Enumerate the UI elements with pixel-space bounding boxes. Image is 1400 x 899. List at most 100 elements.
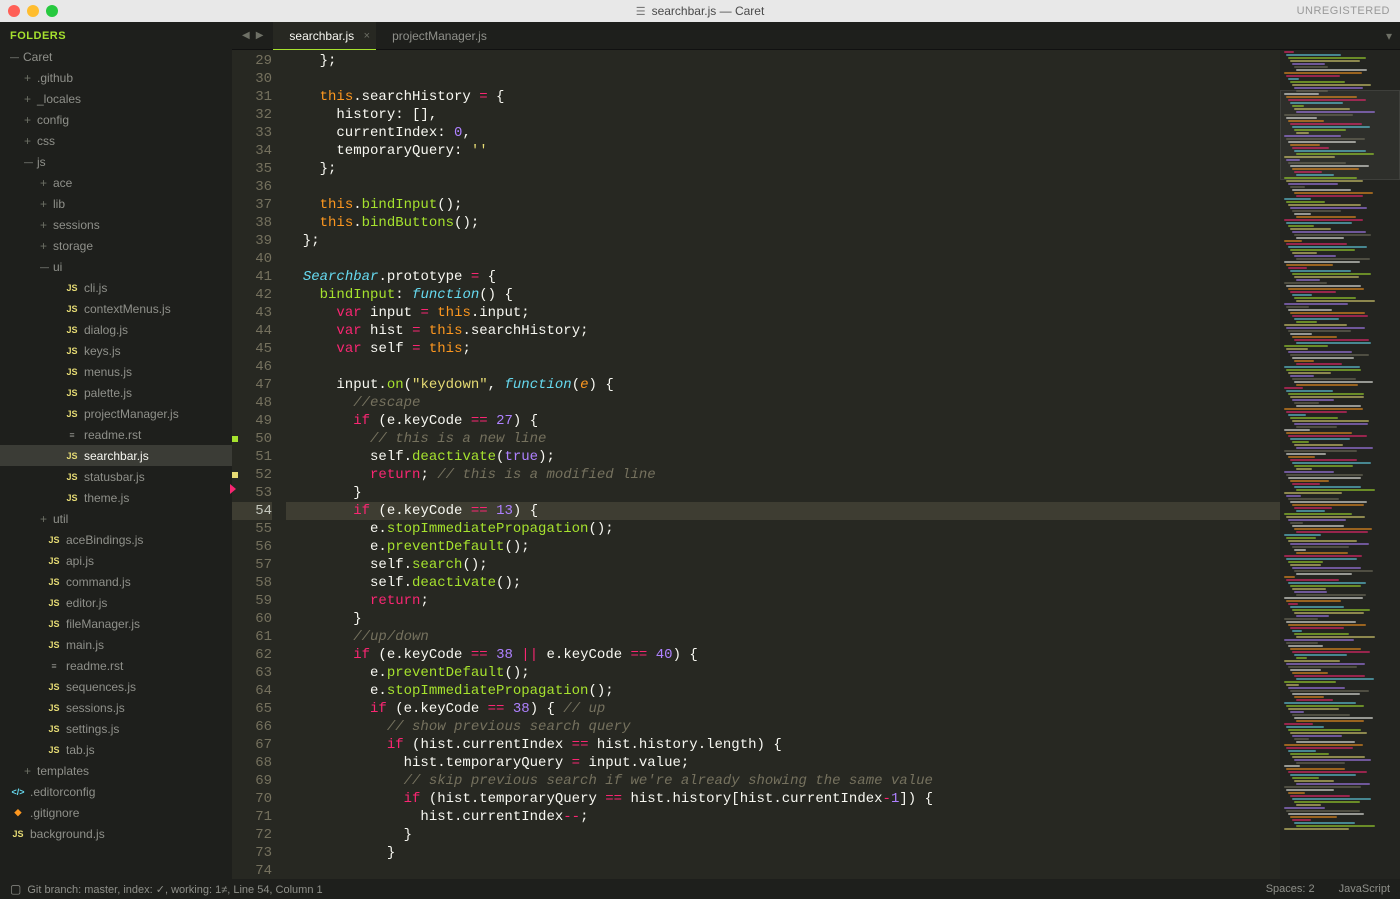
line-number[interactable]: 51: [232, 448, 272, 466]
line-number[interactable]: 58: [232, 574, 272, 592]
line-number[interactable]: 60: [232, 610, 272, 628]
line-number[interactable]: 57: [232, 556, 272, 574]
nav-back-icon[interactable]: ◀: [242, 30, 250, 41]
status-language[interactable]: JavaScript: [1339, 883, 1390, 895]
code-line[interactable]: self.deactivate(true);: [286, 448, 1280, 466]
file--gitignore[interactable]: ◆.gitignore: [0, 802, 232, 823]
maximize-window-button[interactable]: [46, 5, 58, 17]
close-window-button[interactable]: [8, 5, 20, 17]
code-line[interactable]: }: [286, 826, 1280, 844]
line-number[interactable]: 47: [232, 376, 272, 394]
code-line[interactable]: return;: [286, 592, 1280, 610]
line-number[interactable]: 68: [232, 754, 272, 772]
line-number[interactable]: 63: [232, 664, 272, 682]
line-number[interactable]: 64: [232, 682, 272, 700]
code-line[interactable]: // show previous search query: [286, 718, 1280, 736]
code-line[interactable]: };: [286, 232, 1280, 250]
code-line[interactable]: this.bindButtons();: [286, 214, 1280, 232]
nav-forward-icon[interactable]: ▶: [256, 30, 264, 41]
code-line[interactable]: }: [286, 610, 1280, 628]
file-searchbar-js[interactable]: JSsearchbar.js: [0, 445, 232, 466]
code-line[interactable]: input.on("keydown", function(e) {: [286, 376, 1280, 394]
code-line[interactable]: e.preventDefault();: [286, 664, 1280, 682]
code-line[interactable]: bindInput: function() {: [286, 286, 1280, 304]
line-number[interactable]: 31: [232, 88, 272, 106]
folder-ui[interactable]: —ui: [0, 256, 232, 277]
file-projectManager-js[interactable]: JSprojectManager.js: [0, 403, 232, 424]
line-number[interactable]: 54: [232, 502, 272, 520]
code-line[interactable]: [286, 70, 1280, 88]
line-number[interactable]: 32: [232, 106, 272, 124]
line-number[interactable]: 40: [232, 250, 272, 268]
line-number[interactable]: 42: [232, 286, 272, 304]
code-line[interactable]: }: [286, 484, 1280, 502]
code-line[interactable]: Searchbar.prototype = {: [286, 268, 1280, 286]
line-number[interactable]: 29: [232, 52, 272, 70]
line-number[interactable]: 71: [232, 808, 272, 826]
tab-searchbar-js[interactable]: searchbar.js×: [273, 22, 376, 49]
code-line[interactable]: self.search();: [286, 556, 1280, 574]
folder-_locales[interactable]: +_locales: [0, 88, 232, 109]
code-line[interactable]: //up/down: [286, 628, 1280, 646]
code-line[interactable]: [286, 250, 1280, 268]
file-tab-js[interactable]: JStab.js: [0, 739, 232, 760]
code-line[interactable]: history: [],: [286, 106, 1280, 124]
line-number[interactable]: 46: [232, 358, 272, 376]
code-line[interactable]: if (e.keyCode == 13) {: [286, 502, 1280, 520]
line-number[interactable]: 39: [232, 232, 272, 250]
file-fileManager-js[interactable]: JSfileManager.js: [0, 613, 232, 634]
line-number[interactable]: 52: [232, 466, 272, 484]
file-aceBindings-js[interactable]: JSaceBindings.js: [0, 529, 232, 550]
code-line[interactable]: if (e.keyCode == 38) { // up: [286, 700, 1280, 718]
line-number[interactable]: 38: [232, 214, 272, 232]
line-number[interactable]: 55: [232, 520, 272, 538]
folder-Caret[interactable]: —Caret: [0, 46, 232, 67]
file-statusbar-js[interactable]: JSstatusbar.js: [0, 466, 232, 487]
file-cli-js[interactable]: JScli.js: [0, 277, 232, 298]
code-line[interactable]: currentIndex: 0,: [286, 124, 1280, 142]
line-number[interactable]: 35: [232, 160, 272, 178]
line-number[interactable]: 49: [232, 412, 272, 430]
tab-projectManager-js[interactable]: projectManager.js: [376, 22, 509, 49]
code-line[interactable]: if (hist.currentIndex == hist.history.le…: [286, 736, 1280, 754]
file-main-js[interactable]: JSmain.js: [0, 634, 232, 655]
line-number[interactable]: 45: [232, 340, 272, 358]
folder-lib[interactable]: +lib: [0, 193, 232, 214]
line-number[interactable]: 70: [232, 790, 272, 808]
code-line[interactable]: this.searchHistory = {: [286, 88, 1280, 106]
line-number[interactable]: 73: [232, 844, 272, 862]
folder-storage[interactable]: +storage: [0, 235, 232, 256]
minimap[interactable]: [1280, 50, 1400, 879]
line-number[interactable]: 43: [232, 304, 272, 322]
line-number[interactable]: 56: [232, 538, 272, 556]
file-sequences-js[interactable]: JSsequences.js: [0, 676, 232, 697]
code-line[interactable]: };: [286, 160, 1280, 178]
line-number[interactable]: 61: [232, 628, 272, 646]
folder-css[interactable]: +css: [0, 130, 232, 151]
file--editorconfig[interactable]: </>.editorconfig: [0, 781, 232, 802]
status-spaces[interactable]: Spaces: 2: [1266, 883, 1315, 895]
code-line[interactable]: if (e.keyCode == 38 || e.keyCode == 40) …: [286, 646, 1280, 664]
file-readme-rst[interactable]: ≡readme.rst: [0, 655, 232, 676]
code-line[interactable]: // skip previous search if we're already…: [286, 772, 1280, 790]
line-number[interactable]: 65: [232, 700, 272, 718]
editor[interactable]: 2930313233343536373839404142434445464748…: [232, 50, 1400, 879]
code-area[interactable]: }; this.searchHistory = { history: [], c…: [286, 50, 1280, 879]
code-line[interactable]: this.bindInput();: [286, 196, 1280, 214]
code-line[interactable]: e.stopImmediatePropagation();: [286, 520, 1280, 538]
code-line[interactable]: return; // this is a modified line: [286, 466, 1280, 484]
file-dialog-js[interactable]: JSdialog.js: [0, 319, 232, 340]
line-gutter[interactable]: 2930313233343536373839404142434445464748…: [232, 50, 286, 879]
line-number[interactable]: 53: [232, 484, 272, 502]
line-number[interactable]: 59: [232, 592, 272, 610]
panel-icon[interactable]: ▢: [10, 882, 21, 896]
status-left[interactable]: Git branch: master, index: ✓, working: 1…: [27, 883, 322, 896]
line-number[interactable]: 48: [232, 394, 272, 412]
line-number[interactable]: 62: [232, 646, 272, 664]
code-line[interactable]: if (hist.temporaryQuery == hist.history[…: [286, 790, 1280, 808]
folder-sessions[interactable]: +sessions: [0, 214, 232, 235]
file-palette-js[interactable]: JSpalette.js: [0, 382, 232, 403]
line-number[interactable]: 74: [232, 862, 272, 880]
code-line[interactable]: hist.currentIndex--;: [286, 808, 1280, 826]
file-settings-js[interactable]: JSsettings.js: [0, 718, 232, 739]
